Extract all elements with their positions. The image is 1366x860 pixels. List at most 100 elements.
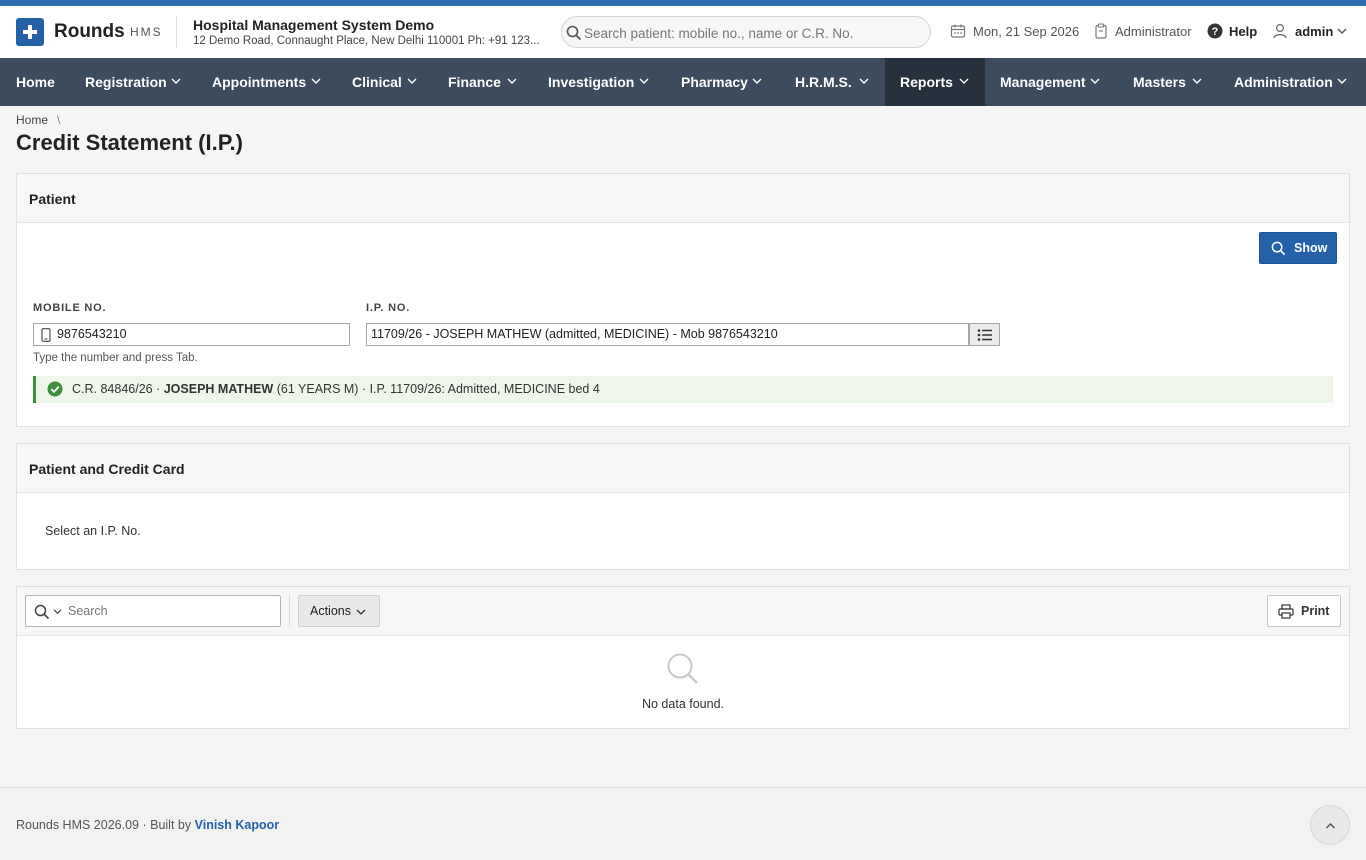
footer-author-link[interactable]: Vinish Kapoor xyxy=(195,818,280,832)
actions-menu-button[interactable]: Actions xyxy=(298,595,380,627)
plus-cross-icon xyxy=(23,25,37,39)
show-button-label: Show xyxy=(1294,241,1328,255)
nav-item-label: Home xyxy=(16,74,55,90)
nav-item-label: H.R.M.S. xyxy=(795,74,852,90)
header-divider xyxy=(176,16,177,48)
empty-search-icon xyxy=(667,653,698,684)
nav-item-investigation[interactable]: Investigation xyxy=(548,58,658,106)
nav-item-management[interactable]: Management xyxy=(1000,58,1105,106)
select-ip-message: Select an I.P. No. xyxy=(45,524,141,538)
nav-item-label: Management xyxy=(1000,74,1086,90)
nav-item-appointments[interactable]: Appointments xyxy=(212,58,327,106)
chevron-down-icon xyxy=(752,78,762,84)
ip-no-label: I.P. NO. xyxy=(366,302,411,314)
main-navigation: Home Registration Appointments Clinical … xyxy=(0,58,1366,106)
ip-list-button[interactable] xyxy=(969,323,1000,346)
patient-search-input[interactable] xyxy=(584,22,914,44)
nav-item-finance[interactable]: Finance xyxy=(448,58,528,106)
nav-item-registration[interactable]: Registration xyxy=(85,58,195,106)
nav-item-home[interactable]: Home xyxy=(16,58,68,106)
nav-item-label: Pharmacy xyxy=(681,74,748,90)
chevron-down-icon xyxy=(959,78,969,84)
scroll-to-top-button[interactable] xyxy=(1310,805,1350,845)
user-icon xyxy=(1273,23,1287,39)
help-circle-icon[interactable]: ? xyxy=(1207,23,1223,39)
summary-patient-name: JOSEPH MATHEW xyxy=(163,382,274,396)
ip-no-field[interactable]: 11709/26 - JOSEPH MATHEW (admitted, MEDI… xyxy=(366,323,969,346)
ip-no-value: 11709/26 - JOSEPH MATHEW (admitted, MEDI… xyxy=(371,327,778,341)
printer-icon xyxy=(1278,604,1294,619)
page-title: Credit Statement (I.P.) xyxy=(16,130,243,155)
nav-item-label: Registration xyxy=(85,74,167,90)
mobile-no-label: MOBILE NO. xyxy=(33,302,107,314)
breadcrumb-home[interactable]: Home xyxy=(16,113,48,127)
app-logo[interactable] xyxy=(16,18,44,46)
chevron-down-icon xyxy=(1337,78,1347,84)
panel-title: Patient xyxy=(29,191,76,207)
nav-item-clinical[interactable]: Clinical xyxy=(352,58,427,106)
breadcrumb-separator: \ xyxy=(57,113,61,127)
chevron-down-icon xyxy=(407,78,417,84)
nav-item-label: Clinical xyxy=(352,74,402,90)
svg-text:?: ? xyxy=(1212,26,1219,38)
app-footer: Rounds HMS 2026.09 · Built by Vinish Kap… xyxy=(0,787,1366,860)
grid-search-box xyxy=(25,595,281,627)
empty-state-message: No data found. xyxy=(641,697,724,711)
show-button[interactable]: Show xyxy=(1259,232,1337,264)
footer-built-by: · Built by xyxy=(142,818,192,832)
nav-item-reports[interactable]: Reports xyxy=(885,58,985,106)
chevron-down-icon xyxy=(311,78,321,84)
nav-item-label: Appointments xyxy=(212,74,307,90)
nav-item-masters[interactable]: Masters xyxy=(1133,58,1208,106)
search-icon[interactable] xyxy=(34,604,50,620)
patient-search-box xyxy=(561,16,931,48)
toolbar-divider xyxy=(289,595,290,627)
chevron-down-icon[interactable] xyxy=(53,609,62,615)
chevron-down-icon xyxy=(171,78,181,84)
grid-search-input[interactable] xyxy=(68,602,268,620)
mobile-no-field[interactable]: 9876543210 xyxy=(33,323,350,346)
credit-card-panel-header: Patient and Credit Card xyxy=(17,444,1349,493)
nav-item-label: Reports xyxy=(900,74,953,90)
role-label[interactable]: Administrator xyxy=(1115,24,1192,40)
chevron-down-icon xyxy=(639,78,649,84)
chevron-down-icon xyxy=(1192,78,1202,84)
nav-item-pharmacy[interactable]: Pharmacy xyxy=(681,58,771,106)
print-button[interactable]: Print xyxy=(1267,595,1341,627)
help-link[interactable]: Help xyxy=(1229,24,1257,40)
mobile-no-hint: Type the number and press Tab. xyxy=(33,352,198,364)
nav-item-label: Masters xyxy=(1133,74,1186,90)
user-menu[interactable]: admin xyxy=(1295,24,1333,40)
grid-toolbar: Actions Print xyxy=(17,587,1349,636)
nav-item-label: Finance xyxy=(448,74,501,90)
summary-cr-prefix: C.R. 84846/26 · xyxy=(72,382,161,396)
check-circle-icon xyxy=(47,381,63,397)
patient-panel-header: Patient xyxy=(17,174,1349,223)
patient-summary-text: C.R. 84846/26 · JOSEPH MATHEW (61 YEARS … xyxy=(72,382,600,397)
app-suffix: HMS xyxy=(130,25,163,39)
summary-details: (61 YEARS M) · I.P. 11709/26: Admitted, … xyxy=(276,382,600,396)
nav-item-administration[interactable]: Administration xyxy=(1234,58,1352,106)
patient-summary-banner: C.R. 84846/26 · JOSEPH MATHEW (61 YEARS … xyxy=(33,376,1333,403)
org-name: Hospital Management System Demo xyxy=(193,17,435,33)
footer-credits: Rounds HMS 2026.09 · Built by Vinish Kap… xyxy=(16,818,279,833)
nav-item-label: Administration xyxy=(1234,74,1333,90)
list-icon xyxy=(977,329,992,341)
chevron-down-icon xyxy=(1090,78,1100,84)
mobile-no-value: 9876543210 xyxy=(57,327,127,341)
credit-card-panel: Patient and Credit Card Select an I.P. N… xyxy=(16,443,1350,570)
footer-version: Rounds HMS 2026.09 xyxy=(16,818,139,832)
nav-item-label: Investigation xyxy=(548,74,635,90)
mobile-phone-icon xyxy=(41,328,51,342)
current-date: Mon, 21 Sep 2026 xyxy=(973,24,1080,39)
panel-title: Patient and Credit Card xyxy=(29,461,185,477)
org-address: 12 Demo Road, Connaught Place, New Delhi… xyxy=(193,35,540,47)
calendar-icon xyxy=(950,24,966,38)
chevron-down-icon xyxy=(859,78,869,84)
chevron-down-icon[interactable] xyxy=(1337,28,1347,35)
print-button-label: Print xyxy=(1301,604,1330,618)
actions-button-label: Actions xyxy=(310,604,351,618)
chevron-up-icon xyxy=(1325,822,1336,829)
nav-item-hrms[interactable]: H.R.M.S. xyxy=(795,58,875,106)
report-grid: Actions Print No data found. xyxy=(16,586,1350,729)
